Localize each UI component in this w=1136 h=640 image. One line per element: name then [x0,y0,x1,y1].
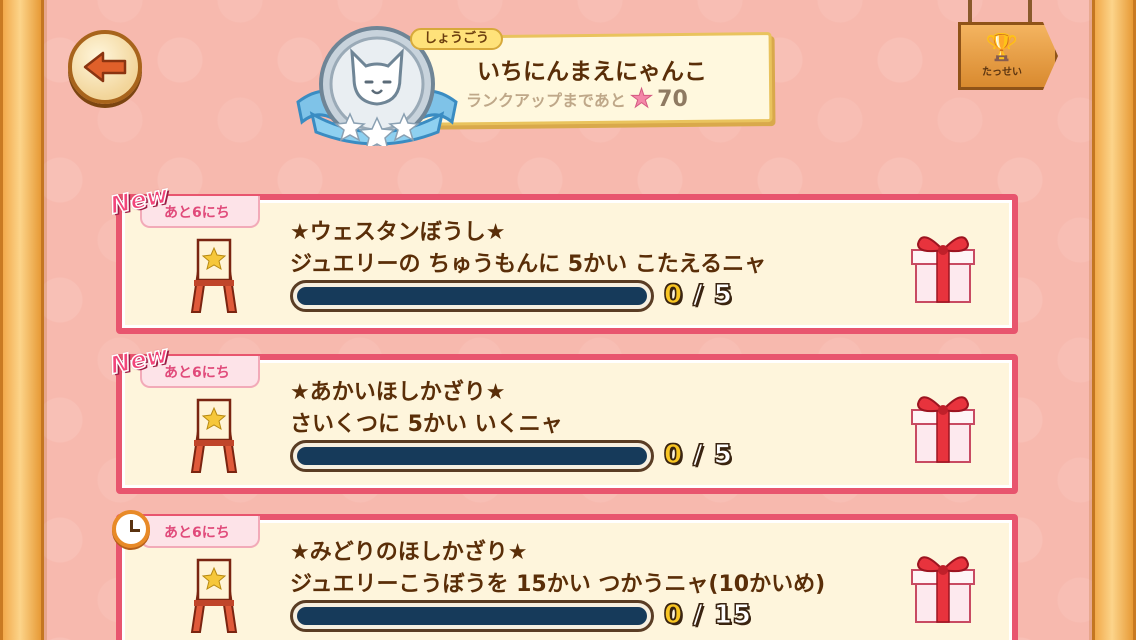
mission-description: さいくつに 5かい いくニャ [290,412,563,437]
rope [968,0,972,24]
mission-card[interactable]: あと6にち New ★ウェスタンぼうし★ ジュエリーの ちゅうもんに 5かい こ… [107,179,1018,334]
achievement-button[interactable]: 🏆 たっせい [958,22,1058,90]
progress-bar [290,600,654,632]
back-button[interactable] [68,30,142,104]
title-tag: しょうごう [410,28,504,50]
progress-text: 0 / 5 [663,440,733,471]
rank-next-label: ランクアップまであと [466,91,626,110]
title-name: いちにんまえにゃんこ [477,59,707,85]
progress-current: 0 [663,280,684,311]
progress-separator: / [683,280,714,311]
mission-title: ★ウェスタンぼうし★ [290,220,506,245]
progress-bar-track [297,287,647,305]
progress-text: 0 / 15 [663,600,752,631]
progress-current: 0 [663,440,684,471]
easel-icon [190,558,238,633]
mission-card[interactable]: あと6にち ★みどりのほしかざり★ ジュエリーこうぼうを 15かい つかうニャ(… [112,510,1018,640]
deadline-text: あと6にち [164,365,230,381]
mission-title: ★あかいほしかざり★ [290,380,506,405]
progress-text: 0 / 5 [663,280,733,311]
deadline-text: あと6にち [164,525,230,541]
progress-bar-track [297,607,647,625]
rope [1028,0,1032,24]
left-frame [0,0,47,640]
progress-total: 5 [713,440,733,471]
gift-icon[interactable] [908,386,978,466]
gift-icon[interactable] [908,226,978,306]
pink-star-icon: ★ [629,84,654,114]
easel-icon [190,238,238,313]
rank-progress: ランクアップまであと ★ 70 [466,84,688,114]
progress-total: 5 [713,280,733,311]
progress-separator: / [683,440,714,471]
gift-icon[interactable] [908,546,978,626]
back-arrow-icon [83,51,127,83]
progress-bar [290,440,654,472]
progress-total: 15 [713,600,752,631]
mission-title: ★みどりのほしかざり★ [290,540,528,565]
trophy-icon: 🏆 [985,32,1019,63]
achievement-label: たっせい [982,66,1022,78]
mission-description: ジュエリーこうぼうを 15かい つかうニャ(10かいめ) [290,572,826,597]
progress-separator: / [683,600,714,631]
progress-current: 0 [663,600,684,631]
progress-bar [290,280,654,312]
easel-icon [190,398,238,473]
mission-card[interactable]: あと6にち New ★あかいほしかざり★ さいくつに 5かい いくニャ 0 / … [107,339,1018,494]
right-frame [1089,0,1136,640]
clock-icon [112,510,150,548]
rank-next-value: 70 [657,86,688,112]
mission-description: ジュエリーの ちゅうもんに 5かい こたえるニャ [290,252,767,277]
deadline-tab: あと6にち [140,516,260,548]
progress-bar-track [297,447,647,465]
deadline-text: あと6にち [164,205,230,221]
